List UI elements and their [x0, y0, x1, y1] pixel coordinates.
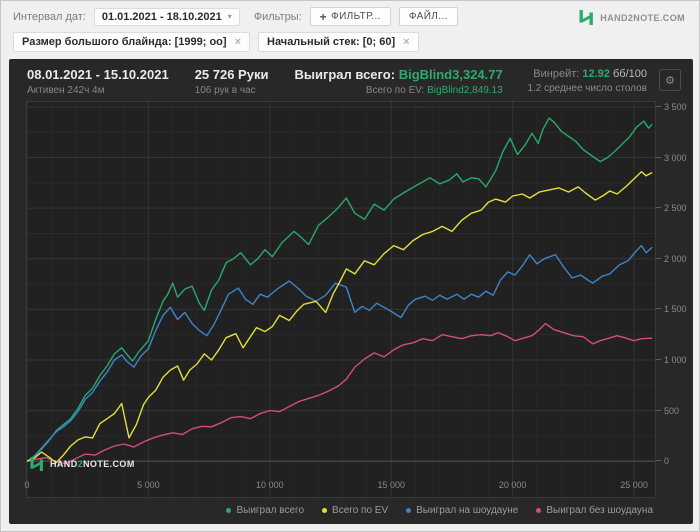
stat-date-range-value: 08.01.2021 - 15.10.2021 — [27, 67, 169, 82]
x-tick-label: 15 000 — [377, 480, 405, 491]
hand2note-window: Интервал дат: 01.01.2021 - 18.10.2021 ▾ … — [0, 0, 700, 532]
x-tick-label: 10 000 — [256, 480, 284, 491]
y-tick-mark — [656, 308, 661, 310]
stat-winrate: Винрейт: 12.92 бб/100 1.2 среднее число … — [527, 68, 647, 94]
file-button-label: ФАЙЛ... — [408, 11, 448, 22]
winnings-chart[interactable] — [26, 102, 655, 497]
stat-winrate-line: Винрейт: 12.92 бб/100 — [527, 68, 647, 80]
filter-chip-starting-stack[interactable]: Начальный стек: [0; 60] × — [258, 32, 419, 52]
stat-hands-value: 25 726 Руки — [194, 67, 269, 82]
stat-winnings: Выиграл всего: BigBlind3,324.77 Всего по… — [294, 67, 502, 96]
stat-won-value: BigBlind3,324.77 — [398, 67, 503, 82]
filter-chip-big-blind[interactable]: Размер большого блайнда: [1999; оо] × — [13, 32, 251, 52]
y-tick-label: 0 — [664, 456, 670, 467]
hand2note-logo-icon — [579, 10, 594, 25]
y-tick-mark — [656, 105, 661, 107]
legend-label: Выиграл всего — [236, 505, 305, 516]
legend-dot — [322, 508, 328, 513]
stats-header: 08.01.2021 - 15.10.2021 Активен 242ч 4м … — [9, 59, 693, 101]
x-tick-label: 0 — [24, 480, 30, 491]
hand2note-logo-text: HAND2NOTE.COM — [600, 12, 685, 23]
settings-gear-button[interactable]: ⚙ — [659, 69, 681, 91]
legend-item-1[interactable]: Всего по EV — [322, 505, 388, 516]
stat-date-range: 08.01.2021 - 15.10.2021 Активен 242ч 4м — [27, 67, 169, 96]
y-tick-mark — [656, 257, 661, 259]
y-tick-label: 1 000 — [664, 354, 687, 365]
filter-chip-label: Начальный стек: [0; 60] — [267, 36, 396, 48]
x-tick-label: 5 000 — [137, 480, 160, 491]
gear-icon: ⚙ — [665, 74, 675, 87]
x-tick-label: 20 000 — [498, 480, 527, 491]
legend-dot — [406, 508, 412, 513]
stat-winrate-value: 12.92 — [582, 68, 610, 80]
add-filter-button-label: ФИЛЬТР... — [331, 11, 381, 22]
legend-label: Выиграл без шоудауна — [546, 505, 653, 516]
stat-winrate-label: Винрейт: — [533, 68, 580, 80]
y-tick-label: 3 500 — [664, 101, 687, 112]
legend-item-3[interactable]: Выиграл без шоудауна — [536, 505, 653, 516]
close-icon[interactable]: × — [235, 36, 241, 48]
y-tick-mark — [656, 207, 661, 209]
date-range-dropdown[interactable]: 01.01.2021 - 18.10.2021 ▾ — [93, 7, 240, 26]
close-icon[interactable]: × — [403, 36, 409, 48]
file-button[interactable]: ФАЙЛ... — [398, 7, 458, 26]
chart-legend: Выиграл всего Всего по EV Выиграл на шоуда… — [226, 505, 653, 516]
legend-label: Всего по EV — [332, 505, 389, 516]
legend-item-0[interactable]: Выиграл всего — [226, 505, 304, 516]
legend-item-2[interactable]: Выиграл на шоудауне — [406, 505, 518, 516]
filters-label: Фильтры: — [253, 10, 302, 23]
series-line-1 — [26, 170, 653, 464]
y-tick-label: 2 000 — [664, 253, 687, 264]
watermark-text: HAND2NOTE.COM — [50, 459, 135, 469]
y-tick-mark — [656, 156, 661, 158]
stat-hands: 25 726 Руки 106 рук в час — [195, 67, 269, 96]
y-tick-label: 500 — [664, 405, 680, 416]
stat-won-total: Выиграл всего: BigBlind3,324.77 — [294, 67, 502, 82]
y-tick-label: 1 500 — [664, 304, 687, 315]
stat-avg-tables: 1.2 среднее число столов — [527, 83, 647, 94]
filter-chip-label: Размер большого блайнда: [1999; оо] — [22, 36, 227, 48]
active-filters-bar: Размер большого блайнда: [1999; оо] × На… — [13, 32, 419, 52]
stat-active-time: Активен 242ч 4м — [27, 85, 105, 96]
y-tick-label: 3 000 — [664, 152, 687, 163]
hand2note-logo: HAND2NOTE.COM — [579, 10, 685, 25]
legend-dot — [226, 508, 232, 513]
y-tick-label: 2 500 — [664, 203, 687, 214]
stat-ev-label: Всего по EV: — [365, 85, 425, 96]
chevron-down-icon: ▾ — [227, 12, 232, 21]
series-line-3 — [26, 322, 653, 465]
toolbar: Интервал дат: 01.01.2021 - 18.10.2021 ▾ … — [13, 7, 458, 26]
report-panel: 08.01.2021 - 15.10.2021 Активен 242ч 4м … — [9, 59, 693, 524]
stat-won-label: Выиграл всего: — [294, 67, 396, 82]
date-interval-label: Интервал дат: — [13, 10, 86, 23]
y-tick-mark — [656, 358, 661, 360]
date-range-value: 01.01.2021 - 18.10.2021 — [101, 10, 222, 23]
legend-dot — [536, 508, 542, 513]
stat-ev-total: Всего по EV: BigBlind2,849.13 — [294, 85, 503, 96]
stat-winrate-units: бб/100 — [612, 68, 647, 80]
series-line-0 — [26, 117, 653, 462]
series-line-2 — [26, 244, 653, 462]
y-tick-mark — [656, 409, 661, 411]
add-filter-button[interactable]: + ФИЛЬТР... — [309, 7, 391, 26]
plus-icon: + — [319, 9, 328, 24]
stat-ev-value: BigBlind2,849.13 — [427, 85, 503, 96]
y-tick-mark — [656, 460, 661, 462]
chart-watermark: HAND2NOTE.COM — [30, 457, 135, 471]
legend-label: Выиграл на шоудауне — [416, 505, 519, 516]
stat-hands-per-hour: 106 рук в час — [194, 85, 256, 96]
x-tick-label: 25 000 — [620, 480, 648, 491]
hand2note-watermark-icon — [30, 457, 43, 471]
winnings-chart-plot[interactable]: HAND2NOTE.COM — [26, 101, 656, 498]
